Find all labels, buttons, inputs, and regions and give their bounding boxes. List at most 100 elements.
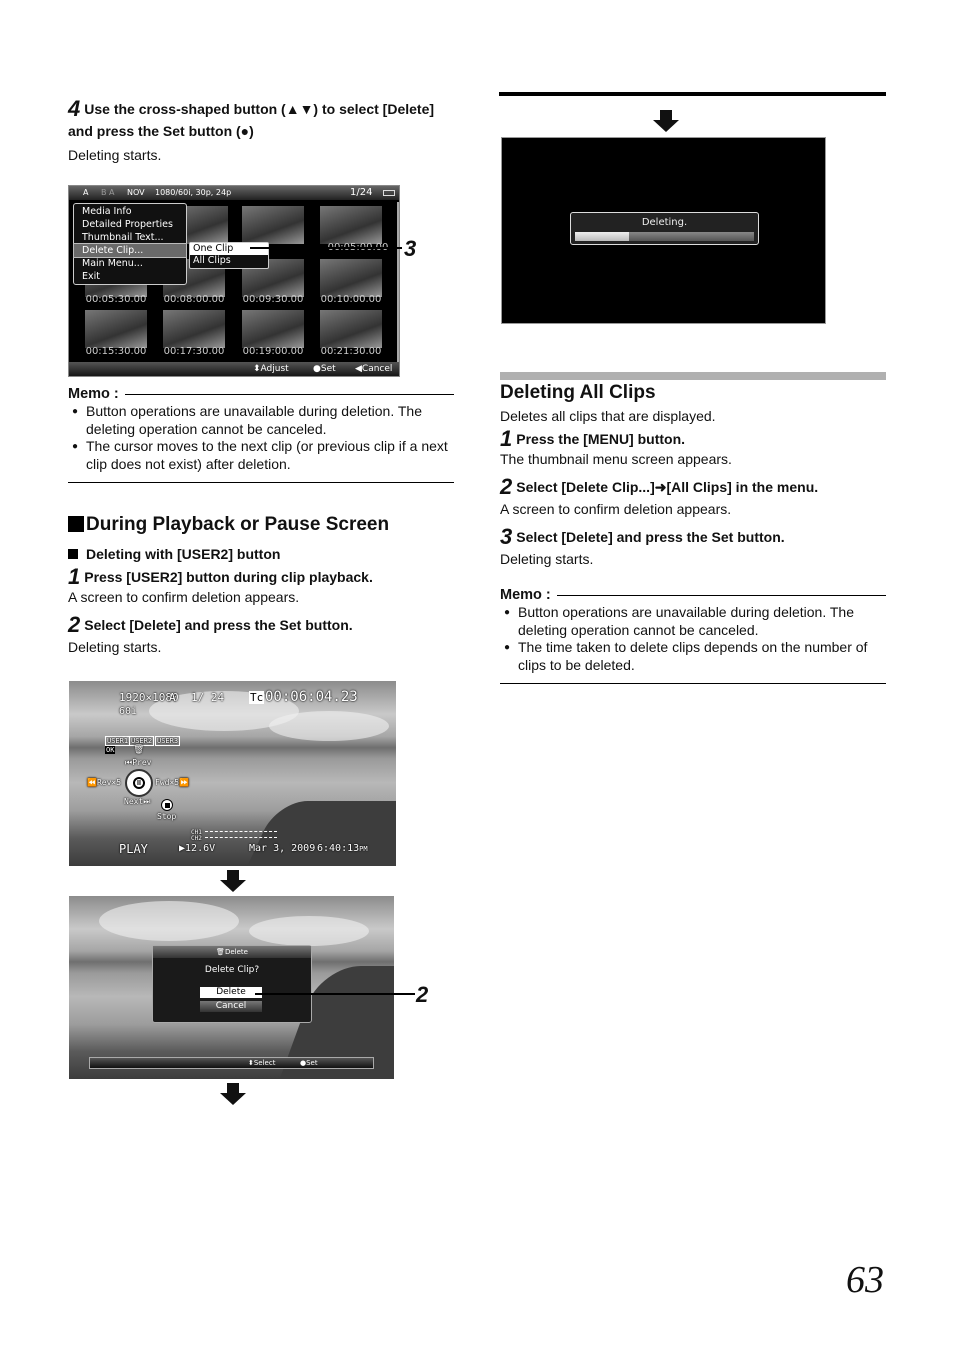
button-guide-bar: ⬍Adjust ●Set ◀Cancel	[69, 362, 399, 376]
step-body: A screen to confirm deletion appears.	[68, 589, 300, 605]
step-number: 1	[500, 426, 513, 451]
section-header-bar	[500, 372, 886, 380]
framerate-label: 60i	[119, 706, 138, 717]
thumbnail-menu-screen: A B A NOV 1080/60i, 30p, 24p 1/24 00:05:…	[68, 185, 400, 377]
media-slot-b-icon: B A	[101, 188, 115, 197]
menu-item-detailed-properties[interactable]: Detailed Properties	[74, 218, 186, 231]
playback-screen: 1920×1080 A 1/ 24 Tc 00:06:04.23 60i USE…	[69, 681, 396, 866]
callout-line	[255, 993, 415, 995]
clip-thumbnail[interactable]	[320, 259, 382, 297]
dialog-title: Delete	[224, 948, 248, 956]
clip-counter: 1/ 24	[191, 691, 225, 704]
memo-item: Button operations are unavailable during…	[500, 604, 886, 639]
clip-counter: 1/24	[350, 187, 373, 198]
voltage-label: 12.6V	[185, 843, 216, 854]
memo-item: Button operations are unavailable during…	[68, 403, 454, 438]
memo-bottom-rule	[68, 482, 454, 483]
media-slot-a-icon: A	[83, 188, 89, 197]
step-number: 2	[500, 474, 513, 499]
menu-item-exit[interactable]: Exit	[74, 270, 186, 283]
down-arrow-icon	[220, 870, 246, 892]
stop-icon	[161, 799, 173, 811]
step-title: Select [Delete] and press the Set button…	[84, 617, 353, 633]
step-title: Select [Delete Clip...]➜[All Clips] in t…	[516, 479, 819, 495]
prev-label: Prev	[132, 758, 152, 767]
user1-button[interactable]: USER1	[105, 736, 131, 746]
trash-icon: 🗑	[216, 948, 225, 956]
step-number: 4	[68, 96, 81, 121]
step-title: Select [Delete] and press the Set button…	[516, 529, 785, 545]
step-body: Deleting starts.	[500, 551, 594, 567]
next-icon: ⏭	[143, 797, 151, 806]
cross-button-icon: II	[125, 769, 153, 797]
menu-item-media-info[interactable]: Media Info	[74, 205, 186, 218]
clip-thumbnail[interactable]	[85, 310, 147, 348]
fwd-icon: ⏩	[179, 778, 190, 787]
clip-timecode: 00:17:30.00	[163, 346, 225, 357]
cancel-hint: ◀Cancel	[355, 364, 393, 374]
mode-label: NOV	[127, 188, 145, 197]
section-title: Deleting All Clips	[500, 382, 656, 403]
date-label: Mar 3, 2009	[249, 843, 316, 854]
top-rule	[499, 92, 886, 96]
delete-option-button[interactable]: Delete	[200, 987, 262, 998]
clip-thumbnail[interactable]	[320, 310, 382, 348]
clip-timecode: 00:15:30.00	[85, 346, 147, 357]
subsection-square-icon	[68, 549, 78, 559]
memo-item: The time taken to delete clips depends o…	[500, 639, 886, 674]
clip-thumbnail[interactable]	[242, 310, 304, 348]
callout-3: 3	[404, 236, 417, 261]
step-4: 4 Use the cross-shaped button (▲▼) to sel…	[68, 98, 458, 164]
step-title: Press the [MENU] button.	[516, 431, 686, 447]
clip-timecode: 00:05:30.00	[85, 294, 147, 305]
callout-2: 2	[416, 982, 429, 1007]
clip-timecode: 00:19:00.00	[242, 346, 304, 357]
memo-bottom-rule	[500, 683, 886, 684]
callout-line	[250, 247, 402, 249]
cloud	[249, 916, 369, 946]
clip-timecode: 00:10:00.00	[320, 294, 382, 305]
step-body: A screen to confirm deletion appears.	[500, 501, 732, 517]
stop-label: Stop	[157, 812, 177, 821]
memo-title: Memo :	[68, 386, 119, 402]
select-hint: ⬍Select	[248, 1059, 276, 1067]
playback-section: During Playback or Pause Screen Deleting…	[68, 514, 458, 656]
user3-button[interactable]: USER3	[155, 736, 181, 746]
menu-item-delete-clip[interactable]: Delete Clip...	[73, 243, 187, 258]
dialog-question: Delete Clip?	[204, 965, 260, 975]
ch2-label: CH2	[191, 835, 202, 842]
step-number: 3	[500, 524, 513, 549]
step-title: Press [USER2] button during clip playbac…	[84, 569, 373, 585]
memo-box: Memo : Button operations are unavailable…	[68, 386, 454, 483]
submenu-item-one-clip[interactable]: One Clip	[190, 243, 268, 255]
cloud	[99, 901, 239, 941]
button-guide-bar: ⬍Select ●Set	[89, 1057, 374, 1069]
set-hint: ●Set	[313, 364, 336, 374]
format-label: 1080/60i, 30p, 24p	[155, 188, 232, 197]
clip-thumbnail[interactable]	[163, 310, 225, 348]
memo-rule	[556, 594, 886, 596]
set-hint: ●Set	[300, 1059, 318, 1067]
down-arrow-icon	[220, 1083, 246, 1105]
clip-thumbnail[interactable]	[242, 206, 304, 244]
pause-icon: II	[133, 777, 145, 789]
time-label: 6:40:13	[317, 843, 360, 854]
coastline	[240, 801, 396, 866]
thumbnail-menu: Media Info Detailed Properties Thumbnail…	[73, 203, 187, 285]
media-icon: A	[169, 691, 176, 704]
cloud	[269, 711, 389, 741]
delete-all-section: Deleting All Clips Deletes all clips tha…	[500, 382, 890, 568]
clip-timecode: 00:08:00.00	[163, 294, 225, 305]
section-title: During Playback or Pause Screen	[86, 514, 390, 535]
page-number: 63	[846, 1259, 884, 1301]
cancel-option-button[interactable]: Cancel	[200, 1001, 262, 1012]
menu-item-thumbnail-text[interactable]: Thumbnail Text...	[74, 231, 186, 244]
step-body: The thumbnail menu screen appears.	[500, 451, 732, 467]
down-arrow-icon	[653, 110, 679, 132]
scrollbar[interactable]	[397, 202, 399, 362]
clip-thumbnail[interactable]	[320, 206, 382, 244]
submenu-item-all-clips[interactable]: All Clips	[190, 255, 268, 267]
menu-item-main-menu[interactable]: Main Menu...	[74, 257, 186, 270]
step-title: Use the cross-shaped button (▲▼) to sele…	[84, 101, 435, 117]
progress-dialog: Deleting.	[570, 212, 759, 245]
